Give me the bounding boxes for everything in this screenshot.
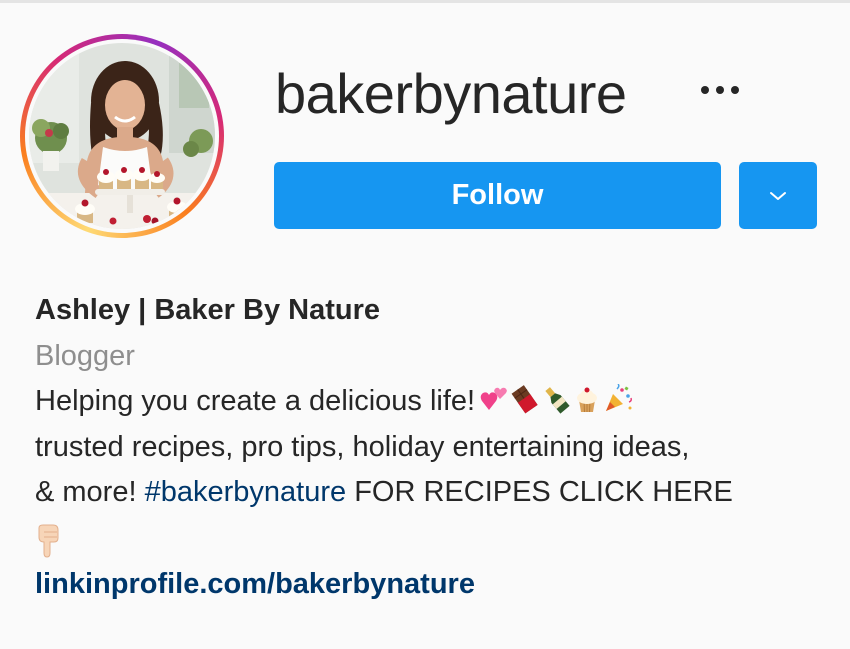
bio-line-3: & more! #bakerbynature FOR RECIPES CLICK…: [35, 470, 825, 516]
profile-photo-image: [29, 43, 215, 229]
profile-photo[interactable]: [29, 43, 215, 229]
bio-line-2: trusted recipes, pro tips, holiday enter…: [35, 430, 690, 463]
follow-button[interactable]: Follow: [274, 162, 721, 229]
bio-line-3-prefix: & more!: [35, 476, 137, 508]
suggested-accounts-dropdown-button[interactable]: [739, 162, 817, 229]
bio-line-3-suffix: FOR RECIPES CLICK HERE: [354, 476, 733, 508]
story-ring-avatar[interactable]: [20, 34, 224, 238]
more-options-button[interactable]: [690, 74, 750, 106]
bio-line-1-text: Helping you create a delicious life!: [35, 385, 476, 417]
more-horizontal-icon-dot: [716, 86, 724, 94]
hashtag-link[interactable]: #bakerbynature: [145, 476, 347, 508]
more-horizontal-icon-dot: [731, 86, 739, 94]
profile-category: Blogger: [35, 339, 135, 372]
chevron-down-icon: [770, 191, 786, 200]
bio-line-1: Helping you create a delicious life!: [35, 379, 825, 425]
profile-bio: Ashley | Baker By Nature Blogger Helping…: [35, 288, 825, 607]
cupcake-emoji: [577, 387, 598, 413]
top-divider: [0, 0, 850, 3]
profile-external-link[interactable]: linkinprofile.com/bakerbynature: [35, 562, 825, 608]
party-popper-emoji: [606, 384, 633, 411]
more-horizontal-icon: [701, 86, 709, 94]
profile-full-name: Ashley | Baker By Nature: [35, 294, 380, 326]
profile-username: bakerbynature: [275, 62, 627, 125]
backhand-index-pointing-down-emoji: [38, 524, 59, 558]
two-hearts-emoji: [480, 387, 507, 410]
bio-emojis: [479, 384, 633, 414]
chocolate-bar-emoji: [511, 385, 538, 414]
champagne-emoji: [545, 387, 570, 414]
